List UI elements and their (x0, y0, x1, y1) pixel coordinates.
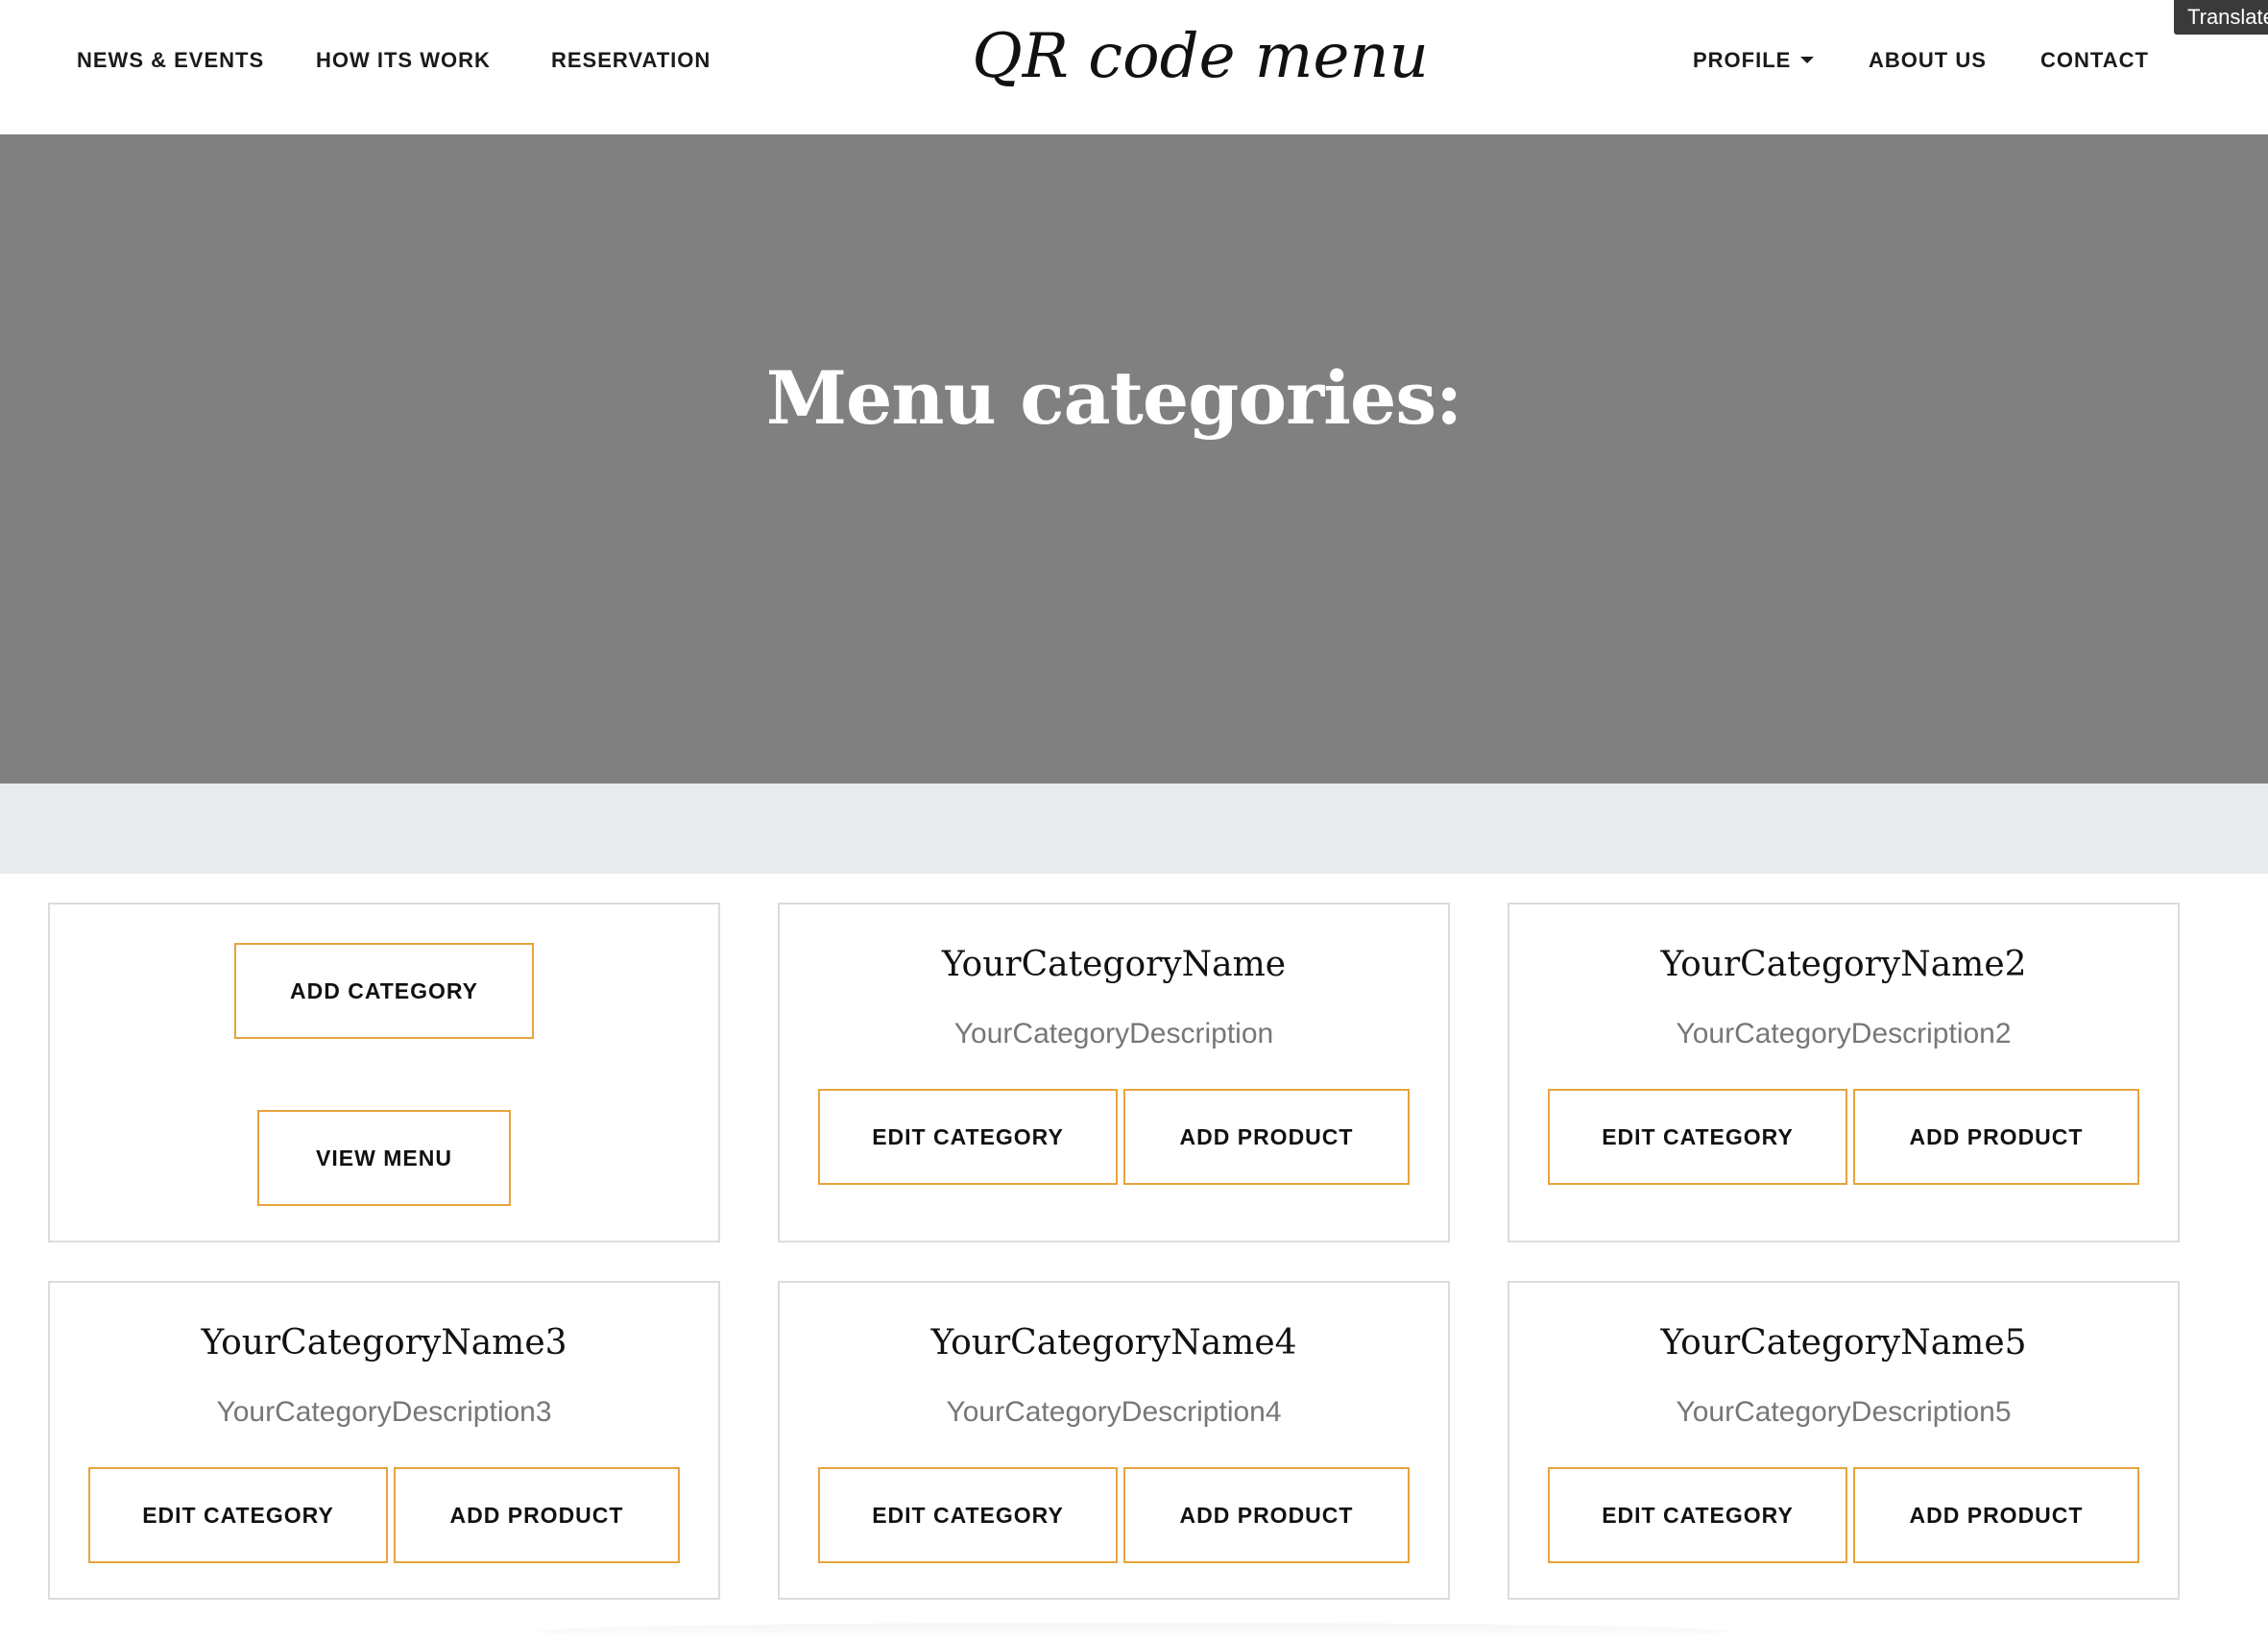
category-card: YourCategoryName5 YourCategoryDescriptio… (1508, 1281, 2180, 1600)
top-navbar: NEWS & EVENTS HOW ITS WORK RESERVATION Q… (0, 0, 2268, 134)
brand-logo[interactable]: QR code menu (960, 21, 1440, 92)
nav-link-profile-label: PROFILE (1693, 48, 1792, 72)
nav-link-about-us[interactable]: ABOUT US (1869, 48, 1987, 73)
nav-link-news-events[interactable]: NEWS & EVENTS (77, 48, 264, 73)
nav-link-how-its-work[interactable]: HOW ITS WORK (316, 48, 491, 73)
category-card: YourCategoryName3 YourCategoryDescriptio… (48, 1281, 720, 1600)
nav-link-contact[interactable]: CONTACT (2040, 48, 2149, 73)
add-category-button[interactable]: ADD CATEGORY (234, 943, 534, 1039)
category-name: YourCategoryName5 (1660, 1323, 2027, 1363)
page-title: Menu categories: (765, 355, 1462, 441)
section-divider-band (0, 784, 2268, 874)
translate-button[interactable]: Translate (2174, 0, 2268, 35)
nav-link-profile[interactable]: PROFILE (1693, 48, 1815, 73)
category-card: YourCategoryName4 YourCategoryDescriptio… (778, 1281, 1450, 1600)
edit-category-button[interactable]: EDIT CATEGORY (1548, 1089, 1847, 1185)
edit-category-button[interactable]: EDIT CATEGORY (88, 1467, 388, 1563)
footer-shadow (538, 1623, 1728, 1640)
add-product-button[interactable]: ADD PRODUCT (394, 1467, 680, 1563)
category-actions-card: ADD CATEGORY VIEW MENU (48, 903, 720, 1242)
category-description: YourCategoryDescription4 (946, 1396, 1282, 1428)
add-product-button[interactable]: ADD PRODUCT (1853, 1089, 2139, 1185)
category-name: YourCategoryName4 (930, 1323, 1297, 1363)
category-description: YourCategoryDescription3 (216, 1396, 552, 1428)
edit-category-button[interactable]: EDIT CATEGORY (818, 1089, 1118, 1185)
category-name: YourCategoryName3 (201, 1323, 567, 1363)
caret-down-icon (1800, 56, 1815, 63)
category-name: YourCategoryName (941, 945, 1287, 984)
add-product-button[interactable]: ADD PRODUCT (1123, 1089, 1410, 1185)
category-card: YourCategoryName2 YourCategoryDescriptio… (1508, 903, 2180, 1242)
category-name: YourCategoryName2 (1660, 945, 2027, 984)
category-description: YourCategoryDescription5 (1676, 1396, 2012, 1428)
add-product-button[interactable]: ADD PRODUCT (1853, 1467, 2139, 1563)
category-card: YourCategoryName YourCategoryDescription… (778, 903, 1450, 1242)
add-product-button[interactable]: ADD PRODUCT (1123, 1467, 1410, 1563)
view-menu-button[interactable]: VIEW MENU (257, 1110, 511, 1206)
category-description: YourCategoryDescription (953, 1018, 1274, 1049)
nav-link-reservation[interactable]: RESERVATION (551, 48, 711, 73)
edit-category-button[interactable]: EDIT CATEGORY (1548, 1467, 1847, 1563)
hero-banner: Menu categories: (0, 134, 2268, 784)
category-description: YourCategoryDescription2 (1676, 1018, 2012, 1049)
edit-category-button[interactable]: EDIT CATEGORY (818, 1467, 1118, 1563)
